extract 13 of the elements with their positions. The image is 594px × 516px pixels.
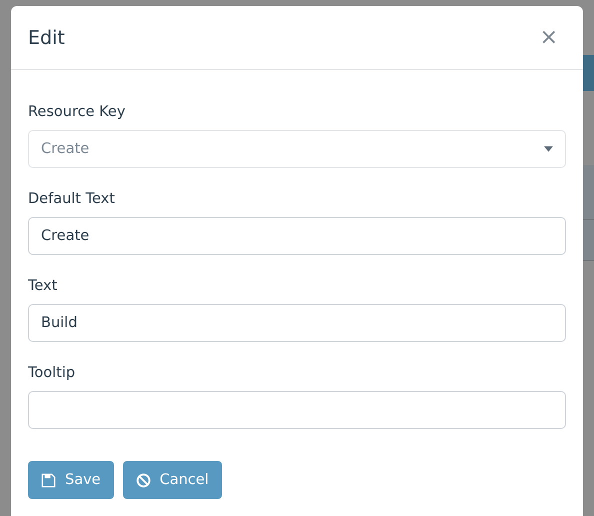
cancel-button[interactable]: Cancel [122, 461, 222, 499]
save-button[interactable]: Save [28, 461, 114, 499]
input-field[interactable]: Build [28, 304, 566, 342]
input-field[interactable] [28, 391, 566, 429]
cancel-icon [136, 472, 151, 488]
field-label: Default Text [28, 191, 116, 207]
caret-icon [544, 146, 553, 152]
close-button[interactable]: × [532, 25, 566, 50]
field-label: Resource Key [28, 104, 126, 120]
input-field[interactable]: Create [28, 217, 566, 255]
dialog-title: Edit [28, 26, 65, 48]
field-label: Text [28, 278, 58, 294]
field-label: Tooltip [28, 365, 76, 381]
